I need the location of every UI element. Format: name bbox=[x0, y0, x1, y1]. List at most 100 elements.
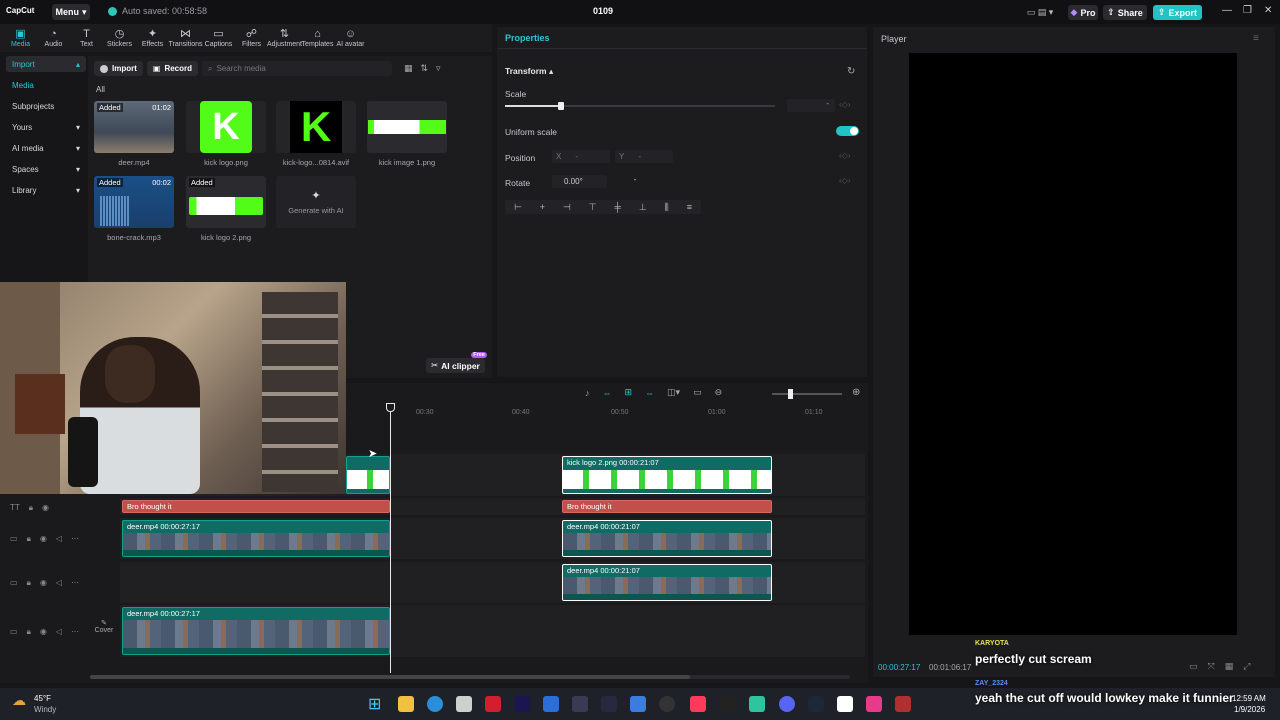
all-filter[interactable]: All bbox=[96, 85, 105, 94]
video-clip[interactable]: deer.mp4 00:00:21:07 bbox=[562, 564, 772, 601]
sidebar-item-spaces[interactable]: Spaces ▾ bbox=[6, 161, 86, 177]
app-icon[interactable] bbox=[485, 696, 501, 712]
record-button[interactable]: ▣ Record bbox=[146, 61, 199, 76]
scale-slider[interactable] bbox=[505, 102, 775, 110]
video-clip[interactable]: deer.mp4 00:00:27:17 bbox=[122, 520, 390, 557]
align-bottom-icon[interactable]: ⊥ bbox=[639, 202, 647, 213]
lock-icon[interactable]: 🔒︎ bbox=[27, 578, 31, 588]
media-item[interactable]: Added 00:02 bone-crack.mp3 bbox=[94, 176, 174, 242]
edge-icon[interactable] bbox=[427, 696, 443, 712]
media-item[interactable]: kick image 1.png bbox=[367, 101, 447, 167]
timeline-scrollbar[interactable] bbox=[90, 675, 850, 679]
lock-icon[interactable]: 🔒︎ bbox=[27, 627, 31, 637]
microphone-icon[interactable]: ♪ bbox=[585, 388, 590, 398]
position-x-input[interactable]: X- bbox=[552, 150, 610, 163]
preview-axis-icon[interactable]: ▭ bbox=[693, 387, 702, 398]
tool-text[interactable]: T Text bbox=[70, 28, 103, 48]
media-item[interactable]: K kick-logo...0814.avif bbox=[276, 101, 356, 167]
align-left-icon[interactable]: ⊢ bbox=[514, 202, 522, 213]
app-icon[interactable] bbox=[601, 696, 617, 712]
transform-section-toggle[interactable]: Transform ▴ bbox=[505, 66, 553, 77]
eye-icon[interactable]: ◉ bbox=[40, 578, 47, 588]
preview-canvas[interactable] bbox=[909, 53, 1237, 635]
app-icon[interactable] bbox=[572, 696, 588, 712]
export-button[interactable]: ⇪ Export bbox=[1153, 5, 1202, 20]
tool-media[interactable]: ▣ Media bbox=[4, 28, 37, 48]
text-clip[interactable]: Bro thought it bbox=[562, 500, 772, 513]
eye-icon[interactable]: ◉ bbox=[40, 534, 47, 544]
word-icon[interactable] bbox=[543, 696, 559, 712]
sidebar-item-media[interactable]: Media bbox=[6, 77, 86, 93]
position-y-input[interactable]: Y- bbox=[615, 150, 673, 163]
keyframe-icon[interactable]: ‹◇› bbox=[839, 151, 850, 160]
app-icon[interactable] bbox=[895, 696, 911, 712]
align-center-icon[interactable]: + bbox=[540, 202, 545, 212]
project-title[interactable]: 0109 bbox=[593, 6, 613, 16]
lock-icon[interactable]: 🔒︎ bbox=[29, 503, 33, 513]
sidebar-item-yours[interactable]: Yours ▾ bbox=[6, 119, 86, 135]
tool-stickers[interactable]: ◷ Stickers bbox=[103, 28, 136, 48]
sidebar-item-ai-media[interactable]: AI media ▾ bbox=[6, 140, 86, 156]
speaker-icon[interactable]: ◁ bbox=[56, 627, 62, 637]
text-clip[interactable]: Bro thought it bbox=[122, 500, 390, 513]
zoom-out-icon[interactable]: ⊖ bbox=[715, 387, 723, 398]
premiere-icon[interactable] bbox=[514, 696, 530, 712]
more-icon[interactable]: ⋯ bbox=[71, 578, 79, 588]
uniform-scale-toggle[interactable] bbox=[836, 126, 859, 136]
tiktok-icon[interactable] bbox=[866, 696, 882, 712]
split-icon[interactable]: ◫▾ bbox=[667, 387, 680, 398]
magnet-icon[interactable]: ⊞ bbox=[625, 387, 633, 398]
cover-button[interactable]: ✎ Cover bbox=[92, 619, 116, 643]
app-icon[interactable] bbox=[630, 696, 646, 712]
pro-button[interactable]: ◆ Pro bbox=[1068, 5, 1098, 20]
steam-icon[interactable] bbox=[808, 696, 824, 712]
sidebar-item-import[interactable]: Import ▴ bbox=[6, 56, 86, 72]
zoom-handle[interactable] bbox=[788, 389, 793, 399]
layout-icon[interactable]: ▭ ▤ ▾ bbox=[1020, 5, 1060, 20]
view-toggle-icon[interactable]: ▦⇅▿ bbox=[404, 63, 449, 74]
distribute-v-icon[interactable]: ≡ bbox=[687, 202, 692, 212]
app-icon[interactable] bbox=[659, 696, 675, 712]
sidebar-item-subprojects[interactable]: Subprojects bbox=[6, 98, 86, 114]
tool-audio[interactable]: ◔ Audio bbox=[37, 28, 70, 48]
reset-icon[interactable]: ↻ bbox=[847, 66, 855, 77]
scrollbar-thumb[interactable] bbox=[90, 675, 690, 679]
windows-start-icon[interactable]: ⊞ bbox=[368, 694, 381, 714]
epic-games-icon[interactable] bbox=[719, 696, 735, 712]
tool-transitions[interactable]: ⋈ Transitions bbox=[169, 28, 203, 48]
distribute-h-icon[interactable]: ⫼ bbox=[665, 202, 669, 213]
video-clip[interactable]: deer.mp4 00:00:27:17 bbox=[122, 607, 390, 655]
speaker-icon[interactable]: ◁ bbox=[56, 534, 62, 544]
minimize-icon[interactable]: — bbox=[1222, 5, 1232, 16]
zoom-slider[interactable] bbox=[772, 389, 842, 399]
file-explorer-icon[interactable] bbox=[398, 696, 414, 712]
tool-ai-avatar[interactable]: ☺ AI avatar bbox=[334, 28, 367, 48]
tool-filters[interactable]: ☍ Filters bbox=[235, 28, 268, 48]
app-icon[interactable] bbox=[749, 696, 765, 712]
tool-templates[interactable]: ⌂ Templates bbox=[301, 28, 334, 48]
sidebar-item-library[interactable]: Library ▾ bbox=[6, 182, 86, 198]
align-top-icon[interactable]: ⊤ bbox=[589, 202, 597, 213]
capcut-icon[interactable] bbox=[837, 696, 853, 712]
zoom-in-icon[interactable]: ⊕ bbox=[852, 387, 860, 398]
music-icon[interactable] bbox=[690, 696, 706, 712]
generate-ai-card[interactable]: ✦ Generate with AI bbox=[276, 176, 356, 228]
align-right-icon[interactable]: ⊣ bbox=[563, 202, 571, 213]
more-icon[interactable]: ⋯ bbox=[71, 534, 79, 544]
media-item[interactable]: K kick logo.png bbox=[186, 101, 266, 167]
playhead[interactable] bbox=[390, 405, 391, 673]
media-item[interactable]: Added kick logo 2.png bbox=[186, 176, 266, 242]
close-icon[interactable]: ✕ bbox=[1264, 5, 1272, 16]
tool-effects[interactable]: ✦ Effects bbox=[136, 28, 169, 48]
fullscreen-icon[interactable]: ▭⤧▦⤢ bbox=[1189, 661, 1260, 672]
keyframe-icon[interactable]: ‹◇› bbox=[839, 100, 850, 109]
eye-icon[interactable]: ◉ bbox=[42, 503, 49, 513]
lock-icon[interactable]: 🔒︎ bbox=[27, 534, 31, 544]
snap-icon[interactable]: ⇔ bbox=[645, 388, 654, 398]
search-input[interactable]: ⌕ Search media bbox=[202, 61, 393, 76]
menu-button[interactable]: Menu ▾ bbox=[52, 4, 90, 20]
rotate-input[interactable]: 0.00° bbox=[552, 175, 607, 188]
speaker-icon[interactable]: ◁ bbox=[56, 578, 62, 588]
scale-input[interactable]: - bbox=[787, 99, 835, 112]
rotate-dash[interactable]: - bbox=[627, 175, 643, 188]
